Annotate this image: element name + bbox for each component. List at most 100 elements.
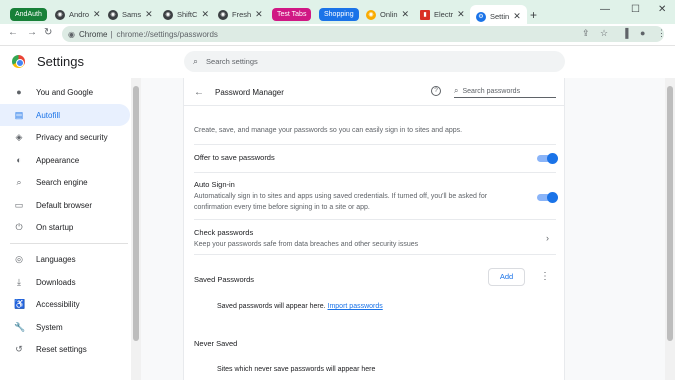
- back-arrow-icon[interactable]: ←: [194, 87, 204, 98]
- palette-icon: ◐: [16, 155, 22, 165]
- side-panel-icon[interactable]: ▐: [622, 28, 628, 38]
- sidebar-item-label: Languages: [36, 254, 76, 264]
- close-icon[interactable]: ✕: [201, 9, 209, 20]
- close-icon[interactable]: ✕: [402, 9, 410, 20]
- sidebar-item-accessibility[interactable]: ♿ Accessibility: [0, 293, 130, 315]
- address-bar[interactable]: ◉ Chrome | chrome://settings/passwords: [62, 26, 664, 42]
- address-scheme: Chrome: [78, 29, 108, 39]
- search-icon: ⌕: [193, 56, 199, 66]
- page-title: Settings: [37, 54, 84, 69]
- back-icon[interactable]: ←: [8, 27, 18, 38]
- new-tab-button[interactable]: +: [530, 8, 537, 22]
- auto-signin-description: Automatically sign in to sites and apps …: [194, 193, 488, 211]
- check-passwords-row[interactable]: Check passwords Keep your passwords safe…: [184, 228, 564, 254]
- check-passwords-label: Check passwords: [194, 228, 254, 237]
- samsung-icon: ◉: [108, 9, 118, 20]
- tab-android[interactable]: ◉ Andro ✕: [55, 6, 101, 23]
- maximize-icon[interactable]: ☐: [631, 4, 640, 15]
- sidebar-item-label: Privacy and security: [36, 132, 108, 142]
- import-passwords-link[interactable]: Import passwords: [328, 303, 383, 310]
- reset-icon: ↺: [15, 343, 23, 354]
- tab-group-test-tabs[interactable]: Test Tabs: [272, 8, 312, 21]
- toggle-knob: [547, 192, 558, 203]
- row-divider: [194, 254, 556, 255]
- sidebar-item-you-and-google[interactable]: ● You and Google: [0, 81, 130, 103]
- sidebar-item-search-engine[interactable]: ⌕ Search engine: [0, 171, 130, 193]
- close-icon[interactable]: ✕: [145, 9, 153, 20]
- sidebar-item-label: System: [36, 322, 63, 332]
- toggle-knob: [547, 153, 558, 164]
- card-header: ← Password Manager ? ⌕ Search passwords: [184, 78, 564, 106]
- close-icon[interactable]: ✕: [255, 9, 263, 20]
- sidebar-item-default-browser[interactable]: ▭ Default browser: [0, 194, 130, 216]
- tab-shift[interactable]: ◉ ShiftC ✕: [163, 6, 209, 23]
- address-url: chrome://settings/passwords: [116, 29, 218, 39]
- chrome-icon: ◉: [68, 29, 75, 39]
- saved-passwords-header: Saved Passwords Add ⋮: [184, 268, 564, 290]
- close-icon[interactable]: ✕: [513, 11, 521, 22]
- tab-samsung[interactable]: ◉ Sams ✕: [108, 6, 153, 23]
- offer-to-save-toggle[interactable]: [537, 153, 558, 164]
- saved-passwords-label: Saved Passwords: [194, 275, 255, 284]
- check-passwords-description: Keep your passwords safe from data breac…: [194, 241, 419, 248]
- tab-online[interactable]: ◉ Onlin ✕: [366, 6, 409, 23]
- search-icon: ⌕: [454, 86, 459, 95]
- browser-toolbar: ← → ↻ ◉ Chrome | chrome://settings/passw…: [0, 24, 675, 44]
- never-saved-label: Never Saved: [194, 339, 238, 348]
- auto-signin-label: Auto Sign-in: [194, 180, 235, 189]
- help-icon[interactable]: ?: [431, 86, 441, 96]
- tab-group-label: AndAuth: [15, 11, 42, 18]
- auto-signin-toggle[interactable]: [537, 192, 558, 203]
- sidebar-item-on-startup[interactable]: ⏻ On startup: [0, 216, 130, 238]
- sidebar-item-label: Downloads: [36, 277, 76, 287]
- settings-search-placeholder: Search settings: [206, 57, 258, 66]
- sidebar-item-label: On startup: [36, 222, 74, 232]
- tab-title: ShiftC: [177, 10, 198, 19]
- settings-header: Settings ⌕ Search settings: [0, 45, 675, 77]
- sidebar-item-privacy[interactable]: ◈ Privacy and security: [0, 126, 130, 148]
- menu-kebab-icon[interactable]: ⋮: [657, 28, 666, 39]
- tab-fresh[interactable]: ◉ Fresh ✕: [218, 6, 263, 23]
- sidebar-item-label: Search engine: [36, 177, 88, 187]
- close-icon[interactable]: ✕: [93, 9, 101, 20]
- sidebar-item-languages[interactable]: ◎ Languages: [0, 248, 130, 270]
- wrench-icon: 🔧: [14, 321, 26, 332]
- autofill-icon: ▤: [14, 109, 24, 120]
- tab-title: Andro: [69, 10, 90, 19]
- browser-icon: ▭: [14, 199, 24, 210]
- tab-group-shopping[interactable]: Shopping: [319, 8, 359, 21]
- add-password-button[interactable]: Add: [488, 268, 525, 286]
- tab-electronics[interactable]: ▮ Electr ✕: [420, 6, 465, 23]
- sidebar-item-label: Appearance: [36, 155, 80, 165]
- sidebar-item-autofill[interactable]: ▤ Autofill: [0, 104, 130, 126]
- bookmark-star-icon[interactable]: ☆: [600, 28, 608, 39]
- close-icon[interactable]: ✕: [457, 9, 465, 20]
- person-icon: ●: [16, 87, 22, 97]
- sidebar-item-label: You and Google: [36, 87, 94, 97]
- forward-icon[interactable]: →: [27, 27, 37, 38]
- chevron-right-icon[interactable]: ›: [546, 233, 549, 243]
- row-divider: [194, 144, 556, 145]
- accessibility-icon: ♿: [14, 298, 26, 309]
- globe-icon: ◎: [15, 253, 23, 264]
- sidebar-item-appearance[interactable]: ◐ Appearance: [0, 149, 130, 171]
- more-actions-icon[interactable]: ⋮: [540, 271, 550, 282]
- sidebar-item-reset-settings[interactable]: ↺ Reset settings: [0, 338, 130, 360]
- settings-search-input[interactable]: ⌕ Search settings: [184, 51, 565, 72]
- sidebar-item-downloads[interactable]: ⤓ Downloads: [0, 271, 130, 293]
- sidebar-scrollbar-thumb[interactable]: [133, 86, 139, 341]
- share-icon[interactable]: ⇪: [582, 28, 590, 39]
- main-scrollbar-thumb[interactable]: [667, 86, 673, 341]
- auto-signin-row[interactable]: Auto Sign-in Automatically sign in to si…: [184, 180, 564, 220]
- search-passwords-input[interactable]: ⌕ Search passwords: [454, 85, 556, 98]
- tab-group-andauth[interactable]: AndAuth: [10, 8, 47, 21]
- offer-to-save-row[interactable]: Offer to save passwords: [184, 153, 564, 173]
- close-window-icon[interactable]: ✕: [658, 4, 666, 15]
- password-manager-title: Password Manager: [215, 88, 284, 97]
- profile-avatar-icon[interactable]: ●: [640, 28, 645, 38]
- tab-title: Fresh: [232, 10, 252, 19]
- address-separator: |: [110, 29, 113, 39]
- sidebar-item-system[interactable]: 🔧 System: [0, 316, 130, 338]
- minimize-icon[interactable]: —: [600, 4, 610, 15]
- reload-icon[interactable]: ↻: [44, 27, 52, 38]
